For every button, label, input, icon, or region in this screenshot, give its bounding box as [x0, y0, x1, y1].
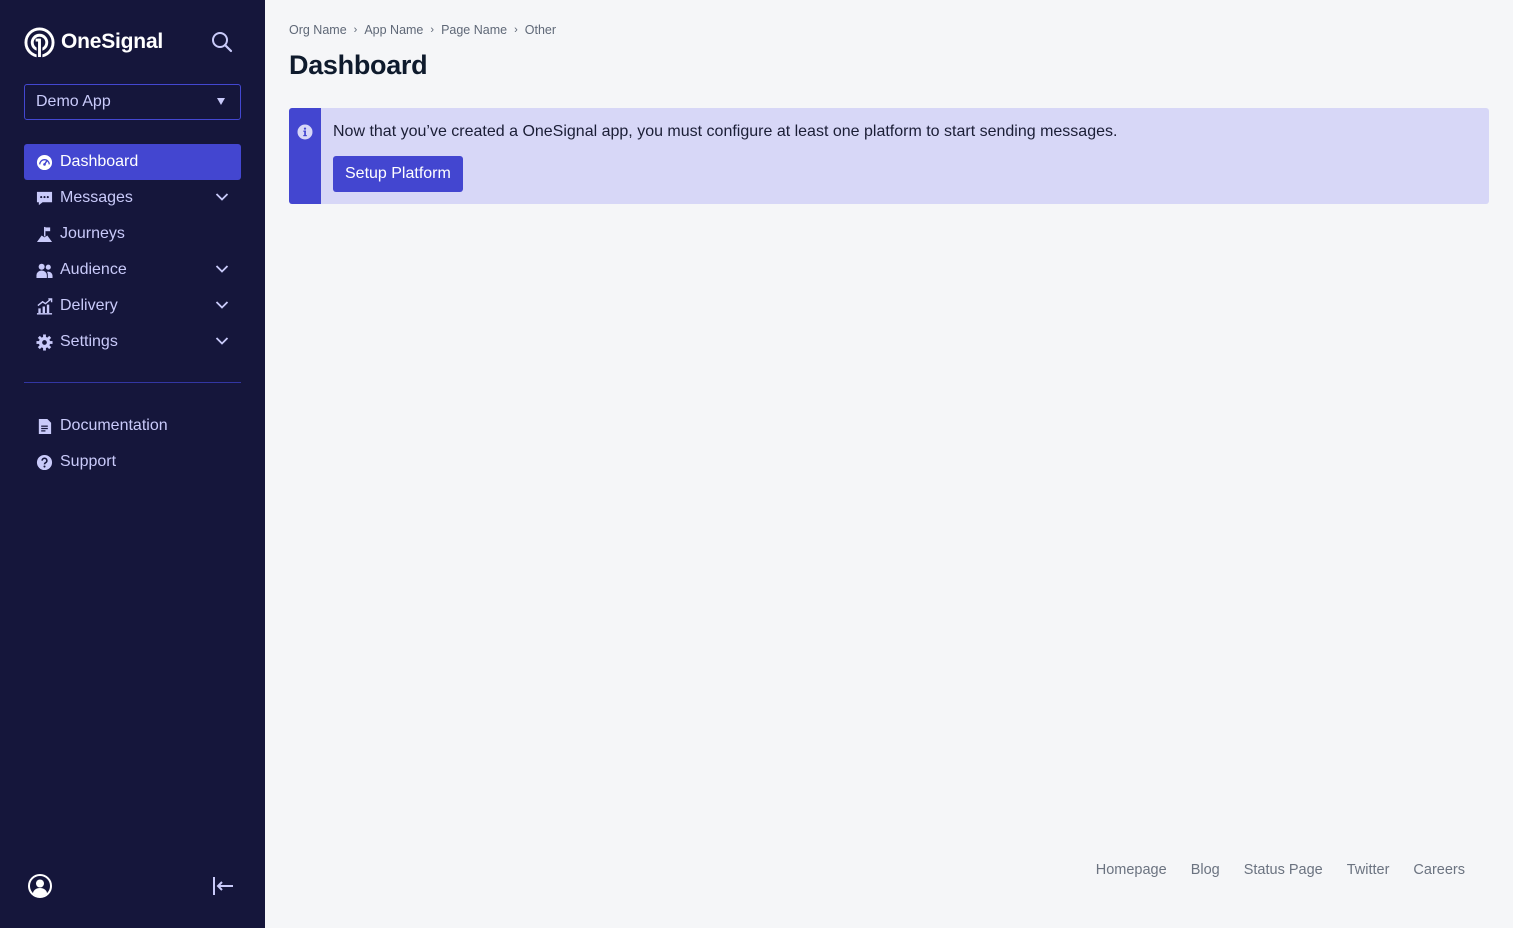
help-icon	[35, 453, 53, 471]
sidebar-item-documentation[interactable]: Documentation	[24, 408, 241, 444]
main-content: Org Name › App Name › Page Name › Other …	[265, 0, 1513, 928]
footer-link-homepage[interactable]: Homepage	[1096, 862, 1167, 878]
nav-label: Support	[60, 453, 117, 470]
collapse-sidebar-icon[interactable]	[212, 875, 234, 897]
caret-down-icon	[217, 98, 225, 105]
setup-platform-button[interactable]: Setup Platform	[333, 156, 463, 192]
brand-name: OneSignal	[61, 30, 164, 53]
messages-icon	[35, 189, 53, 207]
nav-label: Settings	[60, 333, 118, 350]
search-icon[interactable]	[210, 30, 234, 54]
nav-label: Documentation	[60, 417, 168, 434]
sidebar-item-settings[interactable]: Settings	[24, 324, 241, 360]
nav-label: Audience	[60, 261, 127, 278]
banner-message: Now that you’ve created a OneSignal app,…	[333, 123, 1118, 140]
breadcrumb-app[interactable]: App Name	[364, 23, 423, 37]
chevron-right-icon: ›	[353, 24, 358, 36]
info-icon	[297, 124, 313, 140]
document-icon	[35, 417, 53, 435]
nav-label: Delivery	[60, 297, 118, 314]
chevron-right-icon: ›	[514, 24, 518, 36]
nav-label: Messages	[60, 189, 133, 206]
delivery-icon	[35, 297, 53, 315]
chevron-down-icon[interactable]	[215, 336, 229, 346]
footer-link-blog[interactable]: Blog	[1191, 862, 1220, 878]
page-title: Dashboard	[289, 50, 428, 80]
dashboard-icon	[35, 153, 53, 171]
app-selector[interactable]: Demo App	[24, 84, 241, 120]
setup-platform-banner: Now that you’ve created a OneSignal app,…	[289, 108, 1489, 204]
sidebar-item-dashboard[interactable]: Dashboard	[24, 144, 241, 180]
nav-label: Dashboard	[60, 153, 139, 170]
audience-icon	[35, 261, 53, 279]
footer-link-careers[interactable]: Careers	[1413, 862, 1465, 878]
footer-link-status-page[interactable]: Status Page	[1244, 862, 1323, 878]
chevron-down-icon[interactable]	[215, 192, 229, 202]
brand-logo[interactable]: OneSignal	[24, 26, 241, 58]
footer-link-twitter[interactable]: Twitter	[1347, 862, 1390, 878]
chevron-right-icon: ›	[430, 24, 435, 36]
sidebar-item-audience[interactable]: Audience	[24, 252, 241, 288]
nav-label: Journeys	[60, 225, 125, 242]
chevron-down-icon[interactable]	[215, 300, 229, 310]
sidebar-item-delivery[interactable]: Delivery	[24, 288, 241, 324]
breadcrumb-page[interactable]: Page Name	[441, 23, 507, 37]
journeys-icon	[35, 225, 53, 243]
breadcrumb-current: Other	[524, 23, 557, 37]
sidebar: OneSignal Demo App Dashboard Messages Jo…	[0, 0, 265, 928]
sidebar-item-support[interactable]: Support	[24, 444, 241, 480]
breadcrumb-org[interactable]: Org Name	[289, 23, 347, 37]
banner-accent-strip	[289, 108, 321, 204]
footer-links: Homepage Blog Status Page Twitter Career…	[1072, 862, 1465, 878]
app-selector-value: Demo App	[36, 93, 111, 110]
sidebar-item-messages[interactable]: Messages	[24, 180, 241, 216]
sidebar-item-journeys[interactable]: Journeys	[24, 216, 241, 252]
breadcrumb: Org Name › App Name › Page Name › Other	[289, 23, 556, 37]
chevron-down-icon[interactable]	[215, 264, 229, 274]
onesignal-logo-icon	[24, 26, 55, 58]
main-nav: Dashboard Messages Journeys Audience Del…	[24, 144, 241, 360]
user-avatar-icon[interactable]	[28, 874, 52, 898]
settings-icon	[35, 333, 53, 351]
secondary-nav: Documentation Support	[24, 408, 241, 480]
sidebar-divider	[24, 382, 241, 383]
